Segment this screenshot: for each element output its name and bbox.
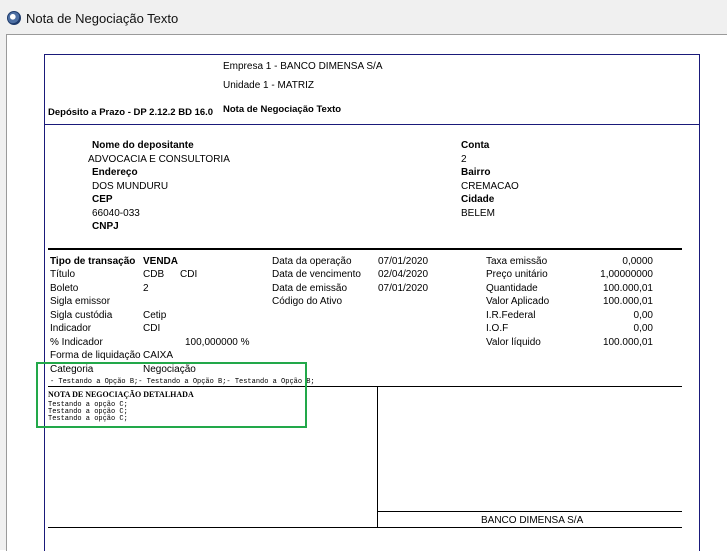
nome-label: Nome do depositante [92, 140, 194, 151]
titulo-value-2: CDI [180, 269, 198, 280]
endereco-value: DOS MUNDURU [92, 181, 169, 192]
app-icon [7, 11, 21, 25]
details-bottom-border [48, 527, 682, 528]
valor-liquido-value: 100.000,01 [602, 337, 653, 348]
document-title: Nota de Negociação Texto [223, 104, 342, 115]
data-emissao-value: 07/01/2020 [378, 283, 429, 294]
bairro-value: CREMACAO [461, 181, 519, 192]
cep-value: 66040-033 [92, 208, 140, 219]
quantidade-value: 100.000,01 [602, 283, 653, 294]
window-titlebar: Nota de Negociação Texto [0, 0, 727, 35]
sigla-custodia-value: Cetip [143, 310, 167, 321]
sigla-emissor-label: Sigla emissor [50, 296, 111, 307]
data-vencimento-value: 02/04/2020 [378, 269, 429, 280]
data-emissao-label: Data de emissão [272, 283, 348, 294]
data-operacao-value: 07/01/2020 [378, 256, 429, 267]
ir-federal-value: 0,00 [633, 310, 653, 321]
titulo-value-1: CDB [143, 269, 165, 280]
taxa-emissao-value: 0,0000 [622, 256, 653, 267]
taxa-emissao-label: Taxa emissão [486, 256, 548, 267]
preco-unitario-value: 1,00000000 [600, 269, 653, 280]
ir-federal-label: I.R.Federal [486, 310, 536, 321]
endereco-label: Endereço [92, 167, 138, 178]
section-divider [48, 248, 682, 250]
codigo-ativo-label: Código do Ativo [272, 296, 343, 307]
indicador-label: Indicador [50, 323, 92, 334]
produto-text: Depósito a Prazo - DP 2.12.2 BD 16.0 [48, 107, 214, 118]
sigla-custodia-label: Sigla custódia [50, 310, 113, 321]
indicador-value: CDI [143, 323, 161, 334]
quantidade-label: Quantidade [486, 283, 538, 294]
unidade-text: Unidade 1 - MATRIZ [223, 80, 314, 91]
nome-value: ADVOCACIA E CONSULTORIA [88, 154, 230, 165]
data-operacao-label: Data da operação [272, 256, 352, 267]
valor-liquido-label: Valor líquido [486, 337, 541, 348]
data-vencimento-label: Data de vencimento [272, 269, 361, 280]
details-column-divider [377, 386, 378, 528]
forma-liquidacao-value: CAIXA [143, 350, 174, 361]
valor-aplicado-label: Valor Aplicado [486, 296, 550, 307]
titulo-label: Título [50, 269, 76, 280]
iof-value: 0,00 [633, 323, 653, 334]
cidade-value: BELEM [461, 208, 495, 219]
signature-line [377, 511, 682, 512]
conta-value: 2 [461, 154, 467, 165]
tipo-value: VENDA [143, 256, 179, 267]
preco-unitario-label: Preço unitário [486, 269, 548, 280]
pct-indicador-label: % Indicador [50, 337, 103, 348]
pct-indicador-value: 100,000000 % [185, 337, 250, 348]
conta-label: Conta [461, 140, 490, 151]
tipo-label: Tipo de transação [50, 256, 136, 267]
cidade-label: Cidade [461, 194, 495, 205]
forma-liquidacao-label: Forma de liquidação [50, 350, 141, 361]
header-divider [45, 124, 699, 125]
boleto-label: Boleto [50, 283, 79, 294]
cnpj-label: CNPJ [92, 221, 119, 232]
report-document: Empresa 1 - BANCO DIMENSA S/A Unidade 1 … [44, 54, 700, 551]
highlight-box [36, 362, 307, 428]
window-title: Nota de Negociação Texto [26, 11, 179, 26]
valor-aplicado-value: 100.000,01 [602, 296, 653, 307]
footer-bank-name: BANCO DIMENSA S/A [481, 515, 584, 526]
boleto-value: 2 [143, 283, 149, 294]
empresa-text: Empresa 1 - BANCO DIMENSA S/A [223, 61, 383, 72]
iof-label: I.O.F [486, 323, 509, 334]
cep-label: CEP [92, 194, 113, 205]
bairro-label: Bairro [461, 167, 491, 178]
